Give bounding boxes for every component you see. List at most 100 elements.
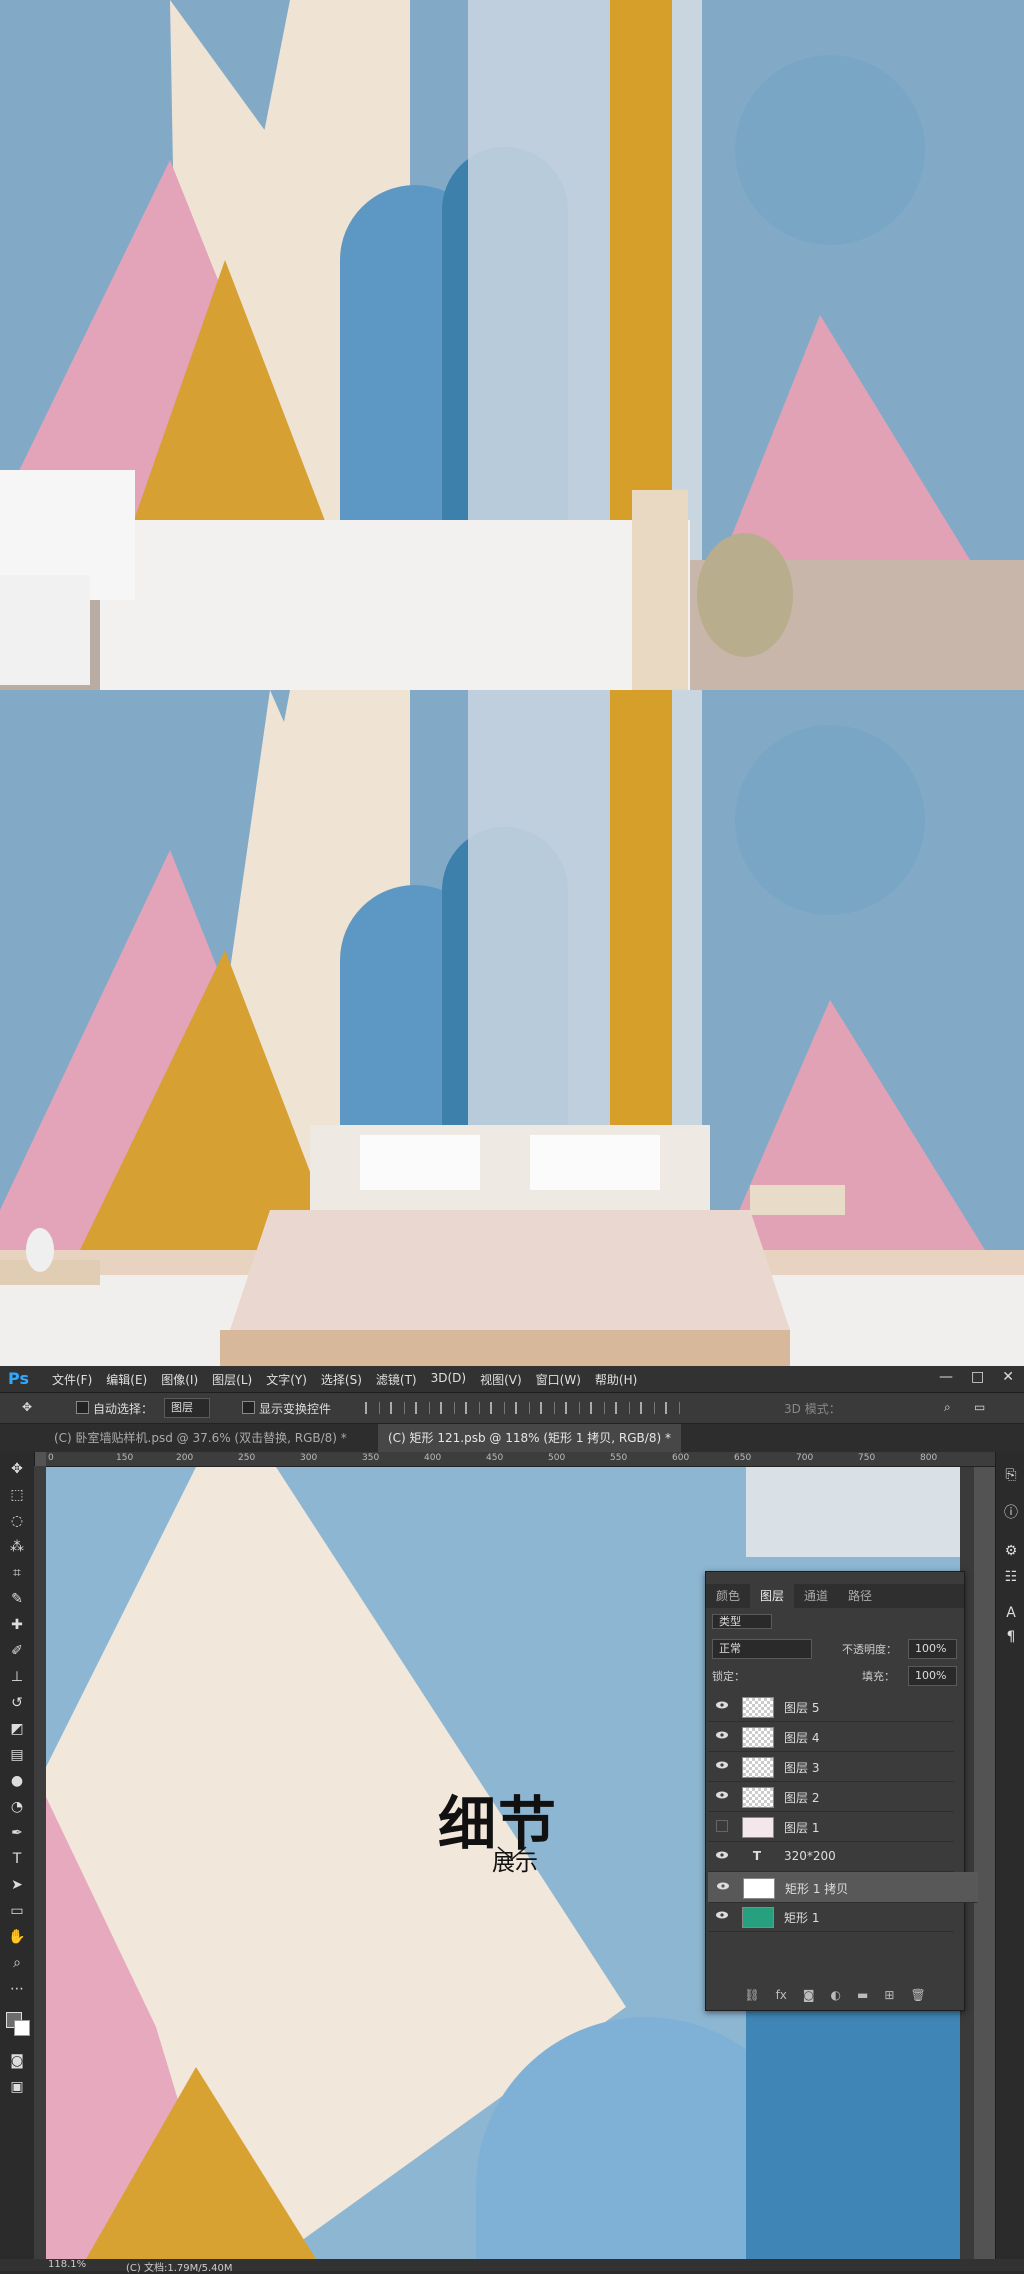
auto-select-checkbox[interactable] [76,1401,89,1414]
layer-row[interactable]: 图层 2 [708,1782,954,1812]
auto-select-dropdown[interactable]: 图层 [164,1398,210,1418]
menu-help[interactable]: 帮助(H) [595,1371,637,1388]
workspace-icon[interactable]: ▭ [974,1400,985,1414]
search-icon[interactable]: ⌕ [944,1400,951,1415]
distribute-top-icon[interactable] [515,1402,530,1414]
layer-row[interactable]: 矩形 1 [708,1902,954,1932]
distribute-bottom-icon[interactable] [565,1402,580,1414]
info-icon[interactable]: ⓘ [1002,1504,1020,1522]
layer-row[interactable]: 图层 1 [708,1812,954,1842]
align-top-icon[interactable] [365,1402,380,1414]
menu-file[interactable]: 文件(F) [52,1371,92,1388]
quick-mask-icon[interactable]: ◙ [8,2052,26,2070]
history-icon[interactable]: ⎘ [1002,1466,1020,1484]
close-button[interactable]: ✕ [1002,1369,1014,1385]
layer-row[interactable]: T 320*200 [708,1842,954,1872]
eye-icon[interactable] [716,1851,728,1859]
magic-wand-icon[interactable]: ⁂ [8,1538,26,1556]
menu-edit[interactable]: 编辑(E) [106,1371,147,1388]
menu-filter[interactable]: 滤镜(T) [376,1371,417,1388]
opacity-input[interactable]: 100% [908,1639,958,1659]
brush-icon[interactable]: ✐ [8,1642,26,1660]
distribute-right-icon[interactable] [640,1402,655,1414]
fill-input[interactable]: 100% [908,1666,958,1686]
link-icon[interactable]: ⛓ [744,1982,759,2008]
layer-row[interactable]: 图层 3 [708,1752,954,1782]
tab-rect-121[interactable]: (C) 矩形 121.psb @ 118% (矩形 1 拷贝, RGB/8) * [378,1424,681,1452]
folder-icon[interactable]: ▬ [857,1982,868,2008]
align-vcenter-icon[interactable] [390,1402,405,1414]
menu-view[interactable]: 视图(V) [480,1371,522,1388]
eye-icon[interactable] [716,1701,728,1709]
distribute-hcenter-icon[interactable] [615,1402,630,1414]
eye-icon[interactable] [717,1882,729,1890]
layer-row-selected[interactable]: 矩形 1 拷贝 [708,1872,978,1903]
path-select-icon[interactable]: ➤ [8,1876,26,1894]
pen-icon[interactable]: ✒ [8,1824,26,1842]
new-layer-icon[interactable]: ⊞ [884,1982,894,2008]
show-transform-checkbox[interactable] [242,1401,255,1414]
visibility-off-box[interactable] [716,1820,728,1832]
trash-icon[interactable]: 🗑 [910,1982,925,2008]
layer-row[interactable]: 图层 5 [708,1692,954,1722]
align-hcenter-icon[interactable] [465,1402,480,1414]
eye-icon[interactable] [716,1761,728,1769]
eye-icon[interactable] [716,1731,728,1739]
marquee-icon[interactable]: ⬚ [8,1486,26,1504]
align-right-icon[interactable] [490,1402,505,1414]
eye-icon[interactable] [716,1911,728,1919]
minimize-button[interactable]: — [939,1369,953,1385]
blur-icon[interactable]: ● [8,1772,26,1790]
menu-layer[interactable]: 图层(L) [212,1371,252,1388]
layer-thumbnail [742,1817,774,1838]
zoom-icon[interactable]: ⌕ [8,1954,26,1972]
move-tool-icon[interactable]: ✥ [22,1400,32,1414]
layer-filter-dropdown[interactable]: 类型 [712,1614,772,1629]
distribute-vcenter-icon[interactable] [540,1402,555,1414]
paragraph-icon[interactable]: ¶ [1002,1628,1020,1646]
layer-thumbnail [742,1727,774,1748]
mask-icon[interactable]: ◙ [803,1982,815,2008]
auto-align-icon[interactable] [665,1402,680,1414]
eyedropper-icon[interactable]: ✎ [8,1590,26,1608]
align-left-icon[interactable] [440,1402,455,1414]
screen-mode-icon[interactable]: ▣ [8,2078,26,2096]
menu-3d[interactable]: 3D(D) [431,1371,466,1388]
properties-icon[interactable]: ☷ [1002,1568,1020,1586]
panel-tab-channels[interactable]: 通道 [794,1584,838,1608]
zoom-level[interactable]: 118.1% [48,2259,86,2270]
crop-icon[interactable]: ⌗ [8,1564,26,1582]
adjustment-icon[interactable]: ◐ [831,1982,841,2008]
dodge-icon[interactable]: ◔ [8,1798,26,1816]
eye-icon[interactable] [716,1791,728,1799]
panel-tab-layers[interactable]: 图层 [750,1584,795,1608]
lasso-icon[interactable]: ◌ [8,1512,26,1530]
adjustments-icon[interactable]: ⚙ [1002,1542,1020,1560]
healing-icon[interactable]: ✚ [8,1616,26,1634]
menu-window[interactable]: 窗口(W) [536,1371,581,1388]
blend-mode-dropdown[interactable]: 正常 [712,1639,812,1659]
layer-row[interactable]: 图层 4 [708,1722,954,1752]
character-icon[interactable]: A [1002,1604,1020,1622]
distribute-left-icon[interactable] [590,1402,605,1414]
maximize-button[interactable]: □ [971,1369,984,1385]
hand-icon[interactable]: ✋ [8,1928,26,1946]
fx-icon[interactable]: fx [776,1982,787,2008]
menu-type[interactable]: 文字(Y) [266,1371,307,1388]
panel-tab-color[interactable]: 颜色 [706,1584,750,1608]
align-bottom-icon[interactable] [415,1402,430,1414]
history-brush-icon[interactable]: ↺ [8,1694,26,1712]
layers-panel-footer: ⛓ fx ◙ ◐ ▬ ⊞ 🗑 [706,1982,964,2008]
move-icon[interactable]: ✥ [8,1460,26,1478]
panel-tab-paths[interactable]: 路径 [838,1584,882,1608]
gradient-icon[interactable]: ▤ [8,1746,26,1764]
background-color-swatch[interactable] [14,2020,30,2036]
tab-bedroom-mockup[interactable]: (C) 卧室墙贴样机.psd @ 37.6% (双击替换, RGB/8) * [44,1424,357,1452]
more-tools-icon[interactable]: ⋯ [8,1980,26,1998]
eraser-icon[interactable]: ◩ [8,1720,26,1738]
type-icon[interactable]: T [8,1850,26,1868]
rectangle-icon[interactable]: ▭ [8,1902,26,1920]
stamp-icon[interactable]: ⊥ [8,1668,26,1686]
menu-image[interactable]: 图像(I) [161,1371,198,1388]
menu-select[interactable]: 选择(S) [321,1371,362,1388]
